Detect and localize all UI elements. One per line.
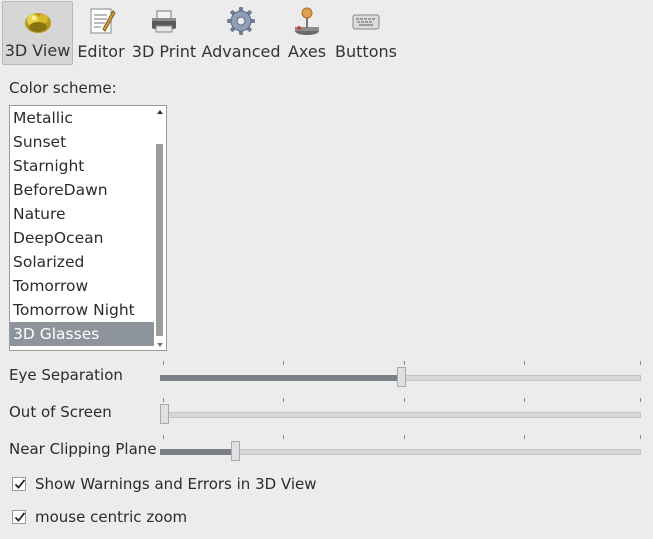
slider-handle[interactable] [397,367,406,387]
tab-advanced[interactable]: Advanced [201,1,281,65]
slider-tick [404,361,405,365]
tab-buttons[interactable]: Buttons [335,1,397,65]
out-of-screen-label: Out of Screen [9,403,112,421]
list-item[interactable]: Metallic [10,106,154,130]
gear-icon [227,7,255,35]
list-item[interactable]: Sunset [10,130,154,154]
editor-icon [90,8,116,34]
color-scheme-label: Color scheme: [9,79,117,97]
slider-fill [160,375,401,381]
slider-handle[interactable] [160,404,169,424]
show-warnings-label: Show Warnings and Errors in 3D View [35,475,317,493]
show-warnings-row[interactable]: Show Warnings and Errors in 3D View [12,474,317,494]
list-item[interactable]: Tomorrow Night [10,298,154,322]
scroll-down-icon[interactable] [157,343,163,347]
mouse-centric-zoom-row[interactable]: mouse centric zoom [12,507,187,527]
keyboard-icon [352,14,380,30]
slider-tick [283,435,284,439]
list-item-selected[interactable]: 3D Glasses [10,322,154,346]
tab-axes-label: Axes [287,42,327,61]
slider-tick [640,398,641,402]
slider-fill [160,449,235,455]
list-scrollbar[interactable] [154,106,166,350]
list-item[interactable]: Nature [10,202,154,226]
list-item[interactable]: DeepOcean [10,226,154,250]
checkmark-icon [14,479,26,489]
slider-tick [524,435,525,439]
tab-editor[interactable]: Editor [76,1,126,65]
list-item[interactable]: Starnight [10,154,154,178]
near-clipping-plane-slider[interactable] [160,435,641,464]
slider-tick [524,361,525,365]
tab-axes[interactable]: Axes [285,1,329,65]
slider-tick [404,398,405,402]
tab-3d-view-label: 3D View [4,41,71,60]
scrollbar-thumb[interactable] [156,144,163,336]
tab-3d-view[interactable]: 3D View [2,1,73,65]
list-item[interactable]: Solarized [10,250,154,274]
eye-separation-slider[interactable] [160,361,641,390]
scroll-up-icon[interactable] [157,110,163,114]
tab-3d-print[interactable]: 3D Print [131,1,197,65]
slider-tick [404,435,405,439]
slider-tick [283,398,284,402]
slider-tick [163,435,164,439]
tab-buttons-label: Buttons [335,42,397,61]
checkmark-icon [14,512,26,522]
tab-editor-label: Editor [77,42,125,61]
list-item[interactable]: Tomorrow [10,274,154,298]
slider-tick [163,361,164,365]
color-scheme-list[interactable]: Metallic Sunset Starnight BeforeDawn Nat… [9,105,167,351]
near-clipping-plane-label: Near Clipping Plane [9,440,157,458]
slider-tick [640,435,641,439]
tab-3d-print-label: 3D Print [131,42,197,61]
slider-tick [524,398,525,402]
preferences-toolbar: 3D View Editor 3D Print Advanced Axes Bu… [0,0,653,68]
eye-separation-label: Eye Separation [9,366,123,384]
show-warnings-checkbox[interactable] [12,477,26,491]
slider-tick [283,361,284,365]
joystick-icon [295,7,319,35]
list-item[interactable]: BeforeDawn [10,178,154,202]
out-of-screen-slider[interactable] [160,398,641,427]
3d-view-icon [24,13,51,33]
printer-icon [152,10,176,33]
slider-tick [163,398,164,402]
slider-handle[interactable] [231,441,240,461]
mouse-centric-zoom-label: mouse centric zoom [35,508,188,526]
slider-tick [640,361,641,365]
slider-groove [160,412,641,418]
tab-advanced-label: Advanced [201,42,281,61]
mouse-centric-zoom-checkbox[interactable] [12,510,26,524]
